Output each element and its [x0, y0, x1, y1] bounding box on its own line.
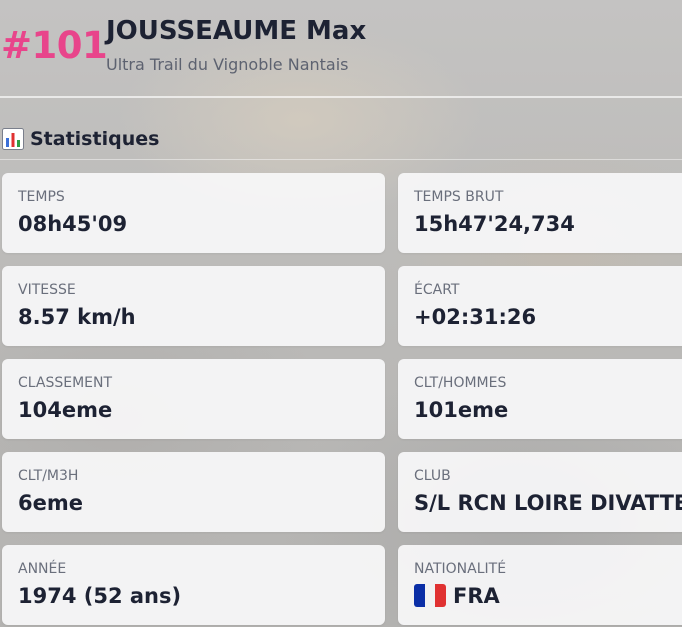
race-name: Ultra Trail du Vignoble Nantais: [106, 55, 349, 74]
runner-header: #101 JOUSSEAUME Max Ultra Trail du Vigno…: [0, 0, 682, 97]
runner-name: JOUSSEAUME Max: [106, 16, 367, 46]
stat-value: S/L RCN LOIRE DIVATTE: [414, 491, 682, 515]
stat-card-annee: ANNÉE 1974 (52 ans): [2, 545, 385, 625]
stat-label: TEMPS BRUT: [414, 189, 504, 205]
stat-value: 6eme: [18, 491, 83, 515]
stat-card-club: CLUB S/L RCN LOIRE DIVATTE: [398, 452, 682, 532]
runner-detail: #101 JOUSSEAUME Max Ultra Trail du Vigno…: [0, 0, 682, 627]
stat-card-ecart: ÉCART +02:31:26: [398, 266, 682, 346]
bar-chart-icon: [2, 128, 24, 150]
stat-value: 101eme: [414, 398, 509, 422]
stat-label: CLT/M3H: [18, 468, 79, 484]
section-title-statistiques: Statistiques: [2, 127, 159, 151]
stat-card-temps-brut: TEMPS BRUT 15h47'24,734: [398, 173, 682, 253]
section-divider: [0, 159, 682, 160]
stat-label: VITESSE: [18, 282, 76, 298]
stat-label: CLT/HOMMES: [414, 375, 507, 391]
stat-value: 8.57 km/h: [18, 305, 136, 329]
stat-card-nationalite: NATIONALITÉ FRA: [398, 545, 682, 625]
stat-label: CLUB: [414, 468, 451, 484]
header-divider: [0, 96, 682, 98]
section-label: Statistiques: [30, 128, 160, 150]
nationality-code: FRA: [453, 584, 500, 608]
stat-label: ANNÉE: [18, 561, 67, 577]
stat-label: NATIONALITÉ: [414, 561, 507, 577]
stat-card-temps: TEMPS 08h45'09: [2, 173, 385, 253]
stat-label: ÉCART: [414, 282, 460, 298]
bib-number: #101: [1, 24, 108, 67]
stat-value: 104eme: [18, 398, 113, 422]
france-flag-icon: [414, 583, 446, 607]
stat-value: 1974 (52 ans): [18, 584, 182, 608]
stat-label: TEMPS: [18, 189, 65, 205]
stat-card-clt-hommes: CLT/HOMMES 101eme: [398, 359, 682, 439]
stat-card-classement: CLASSEMENT 104eme: [2, 359, 385, 439]
stat-value: FRA: [414, 583, 500, 608]
stat-label: CLASSEMENT: [18, 375, 113, 391]
stat-value: 08h45'09: [18, 212, 128, 236]
stat-card-clt-m3h: CLT/M3H 6eme: [2, 452, 385, 532]
stat-value: 15h47'24,734: [414, 212, 575, 236]
stat-card-vitesse: VITESSE 8.57 km/h: [2, 266, 385, 346]
stat-value: +02:31:26: [414, 305, 537, 329]
